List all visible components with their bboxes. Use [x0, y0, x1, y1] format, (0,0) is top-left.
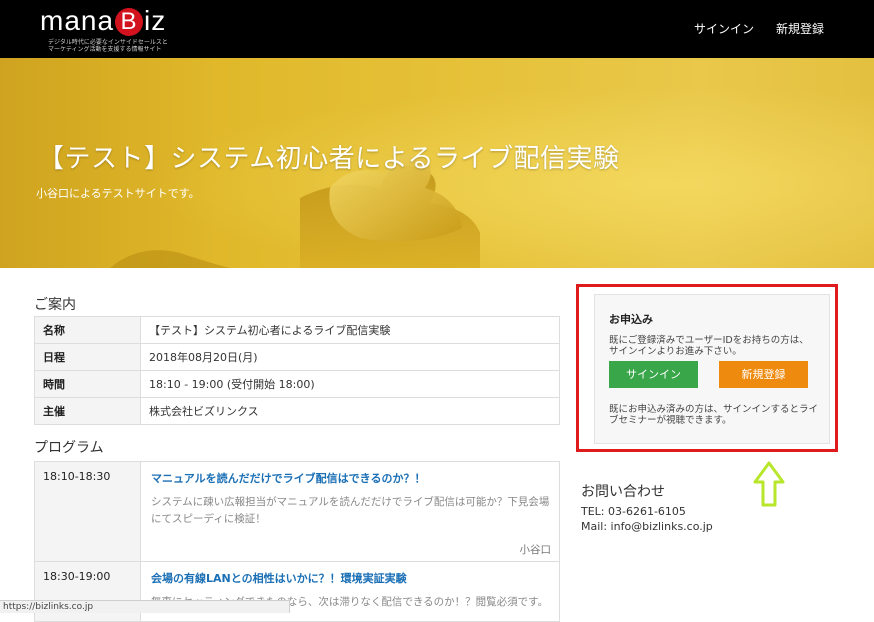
- nav-signin-link[interactable]: サインイン: [694, 20, 754, 37]
- program-description: システムに疎い広報担当がマニュアルを読んだだけでライブ配信は可能か？下見会場にて…: [151, 496, 550, 525]
- program-title-link[interactable]: マニュアルを読んだだけでライブ配信はできるのか？！: [151, 470, 551, 486]
- up-arrow-icon: [753, 461, 785, 507]
- apply-title: お申込み: [609, 313, 653, 326]
- info-table: 名称 【テスト】システム初心者によるライブ配信実験 日程 2018年08月20日…: [34, 316, 560, 425]
- table-row: 主催 株式会社ビズリンクス: [34, 397, 560, 425]
- info-value: 【テスト】システム初心者によるライブ配信実験: [140, 316, 560, 344]
- browser-status-bar: https://bizlinks.co.jp: [0, 600, 290, 613]
- table-row: 名称 【テスト】システム初心者によるライブ配信実験: [34, 316, 560, 344]
- info-key: 日程: [34, 343, 141, 371]
- table-row: 時間 18:10 - 19:00 (受付開始 18:00): [34, 370, 560, 398]
- logo-tagline-line2: マーケティング活動を支援する情報サイト: [48, 46, 162, 53]
- program-body: マニュアルを読んだだけでライブ配信はできるのか？！ システムに疎い広報担当がマニ…: [140, 461, 560, 562]
- logo-b-circle: B: [115, 8, 144, 36]
- header-nav: サインイン 新規登録: [694, 20, 824, 37]
- logo-wordmark: mana Biz: [40, 4, 166, 38]
- program-time: 18:10-18:30: [34, 461, 141, 562]
- info-key: 名称: [34, 316, 141, 344]
- event-title: 【テスト】システム初心者によるライブ配信実験: [38, 144, 620, 174]
- nav-register-link[interactable]: 新規登録: [776, 20, 824, 37]
- table-row: 18:10-18:30 マニュアルを読んだだけでライブ配信はできるのか？！ シス…: [34, 461, 560, 562]
- signin-button[interactable]: サインイン: [609, 361, 698, 388]
- apply-instructions: 既にご登録済みでユーザーIDをお持ちの方は、サインインよりお進み下さい。: [609, 335, 809, 357]
- info-key: 時間: [34, 370, 141, 398]
- site-logo[interactable]: mana Biz デジタル時代に必要なインサイドセールスと マーケティング活動を支…: [40, 4, 180, 54]
- info-value: 2018年08月20日(月): [140, 343, 560, 371]
- program-title-link[interactable]: 会場の有線LANとの相性はいかに？！環境実証実験: [151, 570, 551, 586]
- logo-tagline: デジタル時代に必要なインサイドセールスと マーケティング活動を支援する情報サイト: [48, 39, 168, 53]
- info-key: 主催: [34, 397, 141, 425]
- info-section-title: ご案内: [34, 297, 76, 313]
- logo-tagline-line1: デジタル時代に必要なインサイドセールスと: [48, 39, 168, 46]
- contact-tel: TEL: 03-6261-6105: [581, 505, 686, 518]
- program-table: 18:10-18:30 マニュアルを読んだだけでライブ配信はできるのか？！ シス…: [34, 461, 560, 622]
- apply-box: お申込み 既にご登録済みでユーザーIDをお持ちの方は、サインインよりお進み下さい…: [594, 294, 830, 444]
- contact-mail[interactable]: Mail: info@bizlinks.co.jp: [581, 520, 713, 533]
- site-header: mana Biz デジタル時代に必要なインサイドセールスと マーケティング活動を支…: [0, 0, 874, 58]
- logo-suffix: iz: [144, 5, 167, 36]
- logo-prefix: mana: [40, 5, 115, 36]
- hero-banner: 【テスト】システム初心者によるライブ配信実験 小谷口によるテストサイトです。: [0, 58, 874, 268]
- program-section-title: プログラム: [34, 440, 104, 456]
- info-value: 18:10 - 19:00 (受付開始 18:00): [140, 370, 560, 398]
- apply-note: 既にお申込み済みの方は、サインインするとライブセミナーが視聴できます。: [609, 404, 819, 426]
- event-subtitle: 小谷口によるテストサイトです。: [36, 187, 200, 200]
- program-speaker: 小谷口: [519, 544, 552, 556]
- register-button[interactable]: 新規登録: [719, 361, 808, 388]
- table-row: 日程 2018年08月20日(月): [34, 343, 560, 371]
- contact-title: お問い合わせ: [581, 484, 665, 500]
- info-value: 株式会社ビズリンクス: [140, 397, 560, 425]
